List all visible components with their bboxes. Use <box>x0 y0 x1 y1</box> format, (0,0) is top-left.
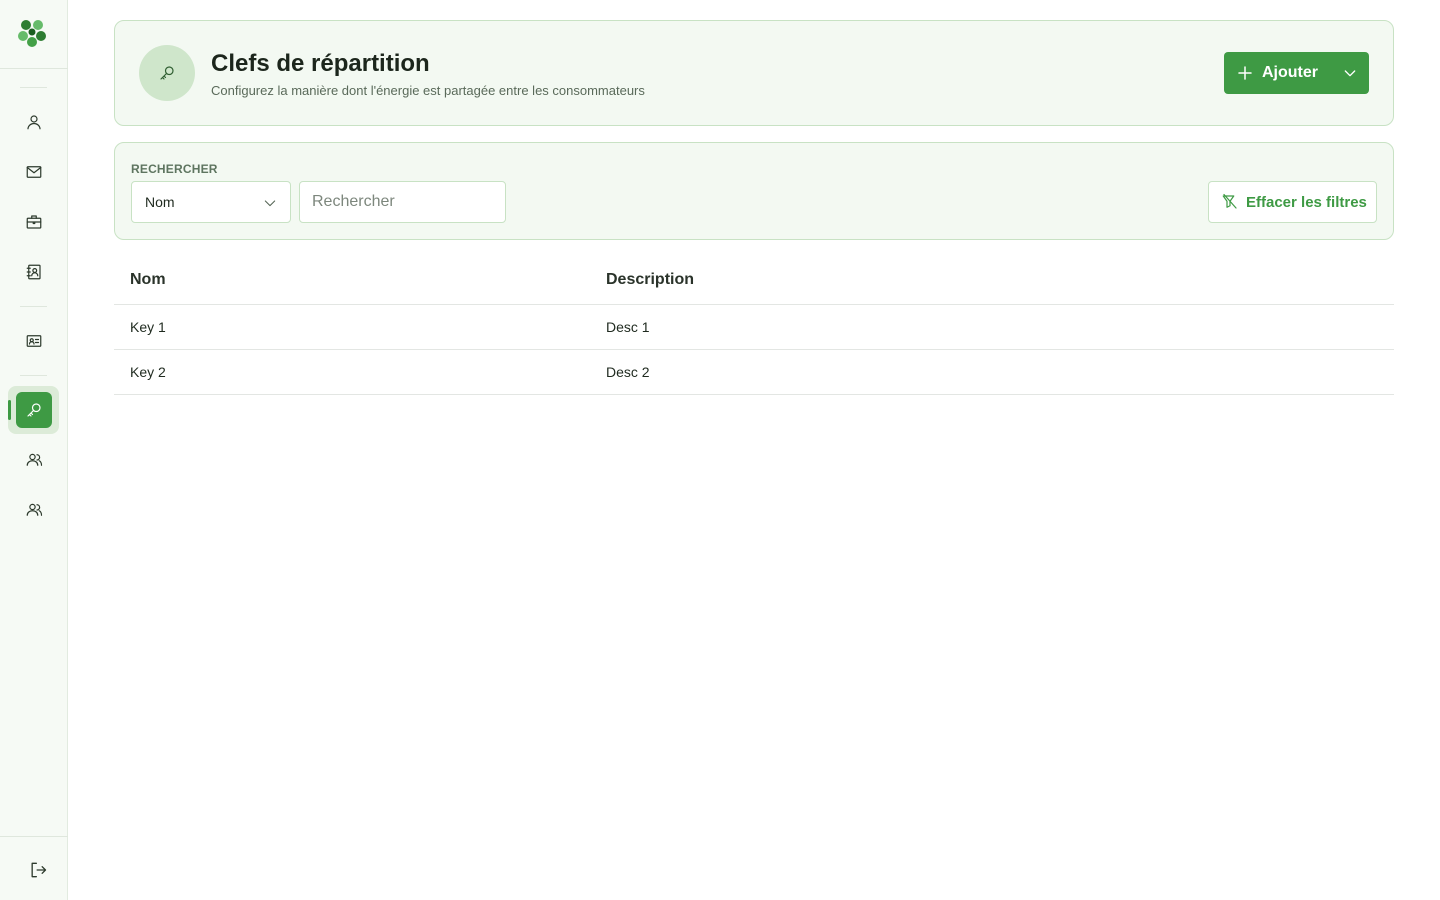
table-row[interactable]: Key 2 Desc 2 <box>114 350 1394 395</box>
filter-panel: RECHERCHER Nom Effacer les filtres <box>114 142 1394 240</box>
sidebar-divider <box>20 375 47 376</box>
contacts-book-icon <box>26 264 41 280</box>
cell-description: Desc 2 <box>606 364 650 380</box>
briefcase-icon <box>26 215 42 229</box>
logout-icon <box>31 862 47 878</box>
clear-filters-button[interactable]: Effacer les filtres <box>1208 181 1377 223</box>
column-header-name[interactable]: Nom <box>130 256 166 304</box>
user-icon <box>27 115 41 130</box>
column-header-description[interactable]: Description <box>606 256 694 304</box>
users-icon <box>26 503 43 516</box>
sidebar-divider <box>20 87 47 88</box>
table-header: Nom Description <box>114 256 1394 305</box>
keys-table: Nom Description Key 1 Desc 1 Key 2 Desc … <box>114 256 1394 395</box>
page-subtitle: Configurez la manière dont l'énergie est… <box>211 83 645 98</box>
sidebar-item-contacts[interactable] <box>16 254 52 290</box>
page-icon <box>139 45 195 101</box>
logout-button[interactable] <box>20 852 56 888</box>
search-field-select[interactable]: Nom <box>131 181 291 223</box>
key-icon <box>160 66 174 80</box>
chevron-down-icon <box>264 200 276 207</box>
sidebar-item-keys[interactable] <box>16 392 52 428</box>
sidebar-item-jobs[interactable] <box>16 204 52 240</box>
add-options-button[interactable] <box>1330 52 1369 94</box>
add-button-group: Ajouter <box>1224 52 1369 94</box>
sidebar-divider <box>20 306 47 307</box>
search-field-value: Nom <box>145 194 175 210</box>
users-icon <box>26 453 43 466</box>
table-row[interactable]: Key 1 Desc 1 <box>114 305 1394 350</box>
page-header: Clefs de répartition Configurez la maniè… <box>114 20 1394 126</box>
cell-name: Key 2 <box>130 364 166 380</box>
sidebar <box>0 0 68 900</box>
sidebar-divider <box>0 836 68 837</box>
sidebar-active-indicator <box>8 400 11 420</box>
logo-icon <box>18 20 46 47</box>
add-button-label: Ajouter <box>1262 64 1318 81</box>
filter-clear-icon <box>1222 193 1237 209</box>
filter-label: RECHERCHER <box>131 162 218 176</box>
sidebar-item-messages[interactable] <box>16 154 52 190</box>
sidebar-item-members[interactable] <box>16 323 52 359</box>
cell-description: Desc 1 <box>606 319 650 335</box>
key-icon <box>27 403 41 417</box>
plus-icon <box>1238 66 1252 80</box>
chevron-down-icon <box>1344 70 1355 77</box>
add-button[interactable]: Ajouter <box>1224 52 1330 94</box>
page-title: Clefs de répartition <box>211 50 430 77</box>
mail-icon <box>26 166 42 178</box>
search-input[interactable] <box>299 181 506 223</box>
cell-name: Key 1 <box>130 319 166 335</box>
id-card-icon <box>26 335 42 347</box>
sidebar-item-users[interactable] <box>16 104 52 140</box>
sidebar-divider <box>0 68 68 69</box>
clear-filters-label: Effacer les filtres <box>1246 193 1367 211</box>
sidebar-item-communities[interactable] <box>16 492 52 528</box>
sidebar-item-groups[interactable] <box>16 442 52 478</box>
